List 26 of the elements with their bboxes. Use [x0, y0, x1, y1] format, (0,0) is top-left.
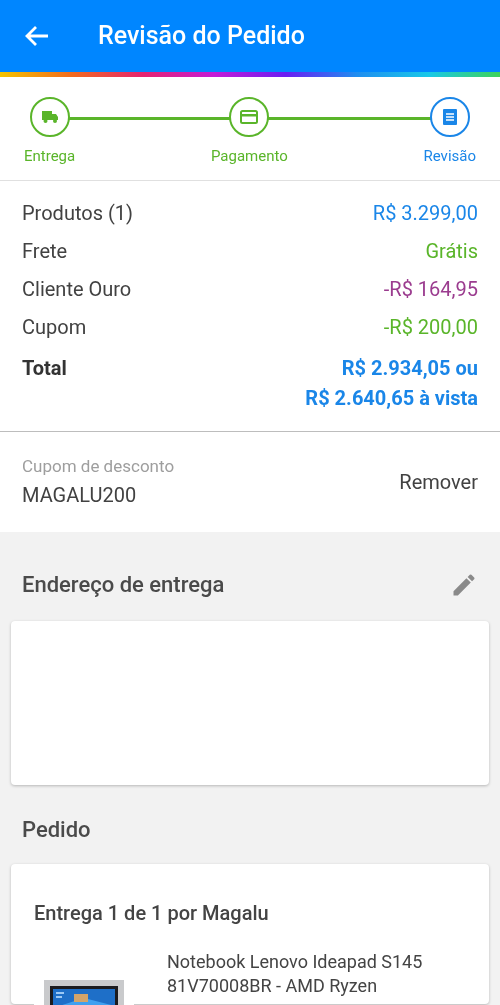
- summary-value: -R$ 164,95: [383, 277, 478, 302]
- page-title: Revisão do Pedido: [98, 20, 305, 53]
- back-arrow-icon[interactable]: [24, 25, 50, 47]
- coupon-code: MAGALU200: [22, 481, 138, 509]
- summary-value: Grátis: [425, 239, 478, 264]
- remove-coupon-button[interactable]: Remover: [399, 467, 478, 497]
- step-label[interactable]: Entrega: [24, 145, 76, 168]
- document-icon: [441, 108, 458, 126]
- summary-value: R$ 3.299,00: [372, 201, 478, 226]
- total-value: R$ 2.934,05 ou: [341, 355, 478, 382]
- product-name[interactable]: Notebook Lenovo Ideapad S145 81V70008BR - AMD Ryzen: [167, 950, 423, 998]
- section-title: Pedido: [21, 816, 92, 844]
- summary-label: Cliente Ouro: [22, 277, 132, 302]
- summary-label: Produtos (1): [22, 201, 133, 226]
- summary-label: Cupom: [22, 315, 87, 340]
- summary-value: -R$ 200,00: [383, 315, 478, 340]
- total-label: Total: [22, 355, 67, 382]
- total-value: R$ 2.640,65 à vista: [305, 385, 478, 412]
- credit-card-icon: [240, 110, 259, 124]
- step-label[interactable]: Revisão: [423, 145, 476, 168]
- truck-icon: [40, 110, 59, 124]
- section-title: Endereço de entrega: [22, 571, 225, 599]
- coupon-label: Cupom de desconto: [22, 455, 175, 479]
- step-label[interactable]: Pagamento: [210, 145, 288, 168]
- delivery-title: Entrega 1 de 1 por Magalu: [34, 900, 270, 927]
- summary-label: Frete: [22, 239, 68, 264]
